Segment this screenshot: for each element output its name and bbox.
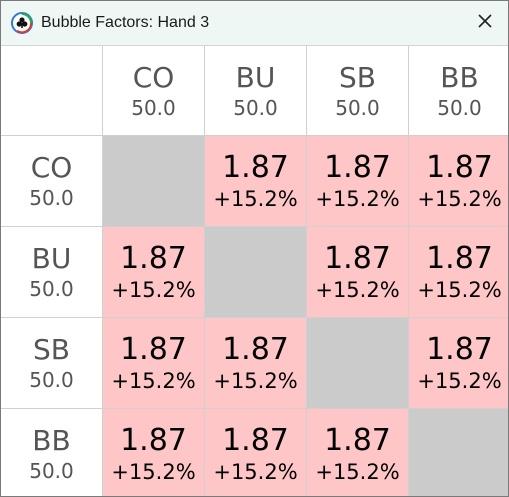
- risk-premium-percent: +15.2%: [111, 460, 196, 484]
- diagonal-cell: [205, 227, 306, 317]
- matrix-cell[interactable]: 1.87 +15.2%: [103, 318, 204, 408]
- matrix-cell[interactable]: 1.87 +15.2%: [103, 409, 204, 496]
- row-header-name: BB: [32, 424, 71, 457]
- row-header-co: CO 50.0: [1, 136, 102, 226]
- close-icon: [477, 13, 493, 33]
- row-header-stack: 50.0: [29, 277, 74, 301]
- column-header-stack: 50.0: [335, 95, 380, 120]
- club-suit-icon: [11, 12, 33, 34]
- matrix-cell[interactable]: 1.87 +15.2%: [409, 318, 508, 408]
- row-header-stack: 50.0: [29, 368, 74, 392]
- bubble-factor-value: 1.87: [120, 241, 187, 276]
- risk-premium-percent: +15.2%: [111, 369, 196, 393]
- matrix-cell[interactable]: 1.87 +15.2%: [409, 136, 508, 226]
- corner-cell: [1, 46, 102, 135]
- matrix-cell[interactable]: 1.87 +15.2%: [307, 409, 408, 496]
- bubble-factor-value: 1.87: [324, 150, 391, 185]
- close-button[interactable]: [462, 1, 508, 45]
- risk-premium-percent: +15.2%: [315, 278, 400, 302]
- column-header-name: SB: [339, 60, 376, 94]
- column-header-stack: 50.0: [233, 95, 278, 120]
- column-header-name: BB: [440, 60, 479, 94]
- matrix-cell[interactable]: 1.87 +15.2%: [103, 227, 204, 317]
- column-header-stack: 50.0: [131, 95, 176, 120]
- bubble-factor-value: 1.87: [324, 423, 391, 458]
- risk-premium-percent: +15.2%: [213, 460, 298, 484]
- bubble-factor-value: 1.87: [222, 332, 289, 367]
- risk-premium-percent: +15.2%: [417, 187, 502, 211]
- row-header-name: SB: [33, 333, 70, 366]
- bubble-factor-value: 1.87: [222, 423, 289, 458]
- risk-premium-percent: +15.2%: [213, 187, 298, 211]
- column-header-name: BU: [235, 60, 276, 94]
- diagonal-cell: [307, 318, 408, 408]
- matrix-cell[interactable]: 1.87 +15.2%: [205, 136, 306, 226]
- row-header-sb: SB 50.0: [1, 318, 102, 408]
- matrix-cell[interactable]: 1.87 +15.2%: [307, 227, 408, 317]
- column-header-sb: SB 50.0: [307, 46, 408, 135]
- bubble-factor-value: 1.87: [120, 332, 187, 367]
- row-header-stack: 50.0: [29, 459, 74, 483]
- bubble-factor-value: 1.87: [426, 332, 493, 367]
- risk-premium-percent: +15.2%: [315, 187, 400, 211]
- bubble-factors-window: Bubble Factors: Hand 3 CO 50.0 BU 50.0 S…: [0, 0, 509, 497]
- risk-premium-percent: +15.2%: [213, 369, 298, 393]
- column-header-bu: BU 50.0: [205, 46, 306, 135]
- matrix-cell[interactable]: 1.87 +15.2%: [409, 227, 508, 317]
- bubble-factor-matrix: CO 50.0 BU 50.0 SB 50.0 BB 50.0 CO 50.0 …: [1, 46, 508, 496]
- row-header-bb: BB 50.0: [1, 409, 102, 496]
- row-header-name: CO: [30, 151, 73, 184]
- title-bar[interactable]: Bubble Factors: Hand 3: [1, 1, 508, 46]
- risk-premium-percent: +15.2%: [111, 278, 196, 302]
- bubble-factor-value: 1.87: [120, 423, 187, 458]
- bubble-factor-value: 1.87: [426, 241, 493, 276]
- window-title: Bubble Factors: Hand 3: [41, 14, 210, 31]
- row-header-name: BU: [31, 242, 72, 275]
- row-header-bu: BU 50.0: [1, 227, 102, 317]
- column-header-bb: BB 50.0: [409, 46, 508, 135]
- matrix-cell[interactable]: 1.87 +15.2%: [307, 136, 408, 226]
- diagonal-cell: [409, 409, 508, 496]
- risk-premium-percent: +15.2%: [417, 369, 502, 393]
- column-header-name: CO: [132, 60, 175, 94]
- bubble-factor-value: 1.87: [426, 150, 493, 185]
- risk-premium-percent: +15.2%: [417, 278, 502, 302]
- row-header-stack: 50.0: [29, 186, 74, 210]
- column-header-stack: 50.0: [437, 95, 482, 120]
- matrix-cell[interactable]: 1.87 +15.2%: [205, 409, 306, 496]
- matrix-cell[interactable]: 1.87 +15.2%: [205, 318, 306, 408]
- diagonal-cell: [103, 136, 204, 226]
- column-header-co: CO 50.0: [103, 46, 204, 135]
- bubble-factor-value: 1.87: [324, 241, 391, 276]
- risk-premium-percent: +15.2%: [315, 460, 400, 484]
- bubble-factor-value: 1.87: [222, 150, 289, 185]
